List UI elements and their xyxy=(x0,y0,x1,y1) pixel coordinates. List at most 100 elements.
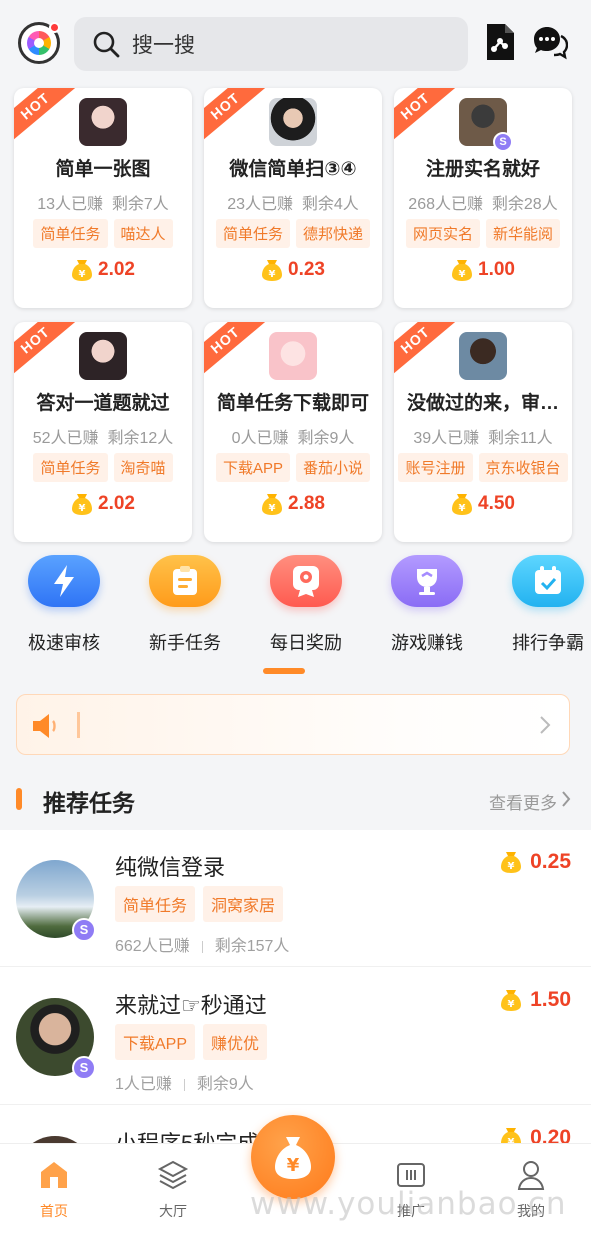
category-label: 新手任务 xyxy=(149,633,221,653)
medal-icon xyxy=(270,555,342,607)
view-more-link[interactable]: 查看更多 xyxy=(489,789,557,814)
remaining-count: 剩余28人 xyxy=(491,196,558,213)
hot-badge: HOT xyxy=(394,88,458,145)
reward-amount: 2.02 xyxy=(98,493,135,514)
remaining-count: 剩余12人 xyxy=(107,430,174,447)
category-label: 排行争霸 xyxy=(512,633,584,653)
clipboard-icon xyxy=(149,555,221,607)
reward-amount: 1.00 xyxy=(478,259,515,280)
task-row[interactable]: S 来就过☞秒通过 下载APP 赚优优 1人已赚 剩余9人 ¥1.50 xyxy=(0,968,591,1105)
svg-text:¥: ¥ xyxy=(269,503,276,514)
category-fast-review[interactable]: 极速审核 xyxy=(9,555,119,655)
coin-icon: ¥ xyxy=(452,494,472,515)
remaining-count: 剩余9人 xyxy=(297,430,355,447)
home-icon xyxy=(41,1162,67,1188)
task-title: 简单任务下载即可 xyxy=(216,393,369,414)
task-tag: 简单任务 xyxy=(215,219,290,248)
task-reward: ¥2.88 xyxy=(204,492,382,516)
task-tag: 番茄小说 xyxy=(296,453,371,482)
task-avatar xyxy=(79,98,127,146)
coin-icon: ¥ xyxy=(262,494,282,515)
category-ranking[interactable]: 排行争霸 xyxy=(493,555,591,655)
section-title: 推荐任务 xyxy=(43,790,135,816)
task-stats: 268人已赚 剩余28人 xyxy=(394,190,572,214)
task-avatar xyxy=(269,332,317,380)
remaining-count: 剩余9人 xyxy=(196,1076,254,1093)
reward-amount: 1.50 xyxy=(530,988,571,1011)
task-tags: 简单任务 洞窝家居 xyxy=(115,886,284,922)
svg-text:¥: ¥ xyxy=(79,503,86,514)
task-tags: 账号注册 京东收银台 xyxy=(394,453,572,482)
app-logo-icon[interactable] xyxy=(18,22,60,64)
trophy-icon xyxy=(391,555,463,607)
task-tag: 喵达人 xyxy=(113,219,173,248)
task-tags: 网页实名 新华能阅 xyxy=(394,219,572,248)
task-reward: ¥1.00 xyxy=(394,258,572,282)
task-tag: 德邦快递 xyxy=(296,219,371,248)
coin-icon: ¥ xyxy=(262,260,282,281)
level-badge-icon: S xyxy=(493,132,513,152)
task-avatar xyxy=(459,332,507,380)
task-tags: 简单任务 喵达人 xyxy=(14,219,192,248)
task-title: 简单一张图 xyxy=(55,159,151,180)
hot-badge: HOT xyxy=(394,322,458,379)
hot-task-card[interactable]: HOT S 注册实名就好 268人已赚 剩余28人 网页实名 新华能阅 ¥1.00 xyxy=(394,88,572,308)
hot-task-card[interactable]: HOT 没做过的来，审… 39人已赚 剩余11人 账号注册 京东收银台 ¥4.50 xyxy=(394,322,572,542)
task-reward: ¥2.02 xyxy=(14,258,192,282)
level-badge-icon: S xyxy=(72,918,96,942)
speaker-icon xyxy=(33,714,56,738)
announcement-bar[interactable] xyxy=(16,694,570,755)
search-bar[interactable]: 搜一搜 xyxy=(74,17,468,71)
task-title: 微信简单扫③④ xyxy=(229,159,357,180)
hot-task-card[interactable]: HOT 简单任务下载即可 0人已赚 剩余9人 下载APP 番茄小说 ¥2.88 xyxy=(204,322,382,542)
svg-text:¥: ¥ xyxy=(459,503,466,514)
hot-task-card[interactable]: HOT 微信简单扫③④ 23人已赚 剩余4人 简单任务 德邦快递 ¥0.23 xyxy=(204,88,382,308)
coin-icon: ¥ xyxy=(501,852,522,873)
category-game-earn[interactable]: 游戏赚钱 xyxy=(372,555,482,655)
task-tag: 洞窝家居 xyxy=(203,886,284,922)
hot-task-card[interactable]: HOT 答对一道题就过 52人已赚 剩余12人 简单任务 淘奇喵 ¥2.02 xyxy=(14,322,192,542)
earned-count: 0人已赚 xyxy=(231,430,289,447)
remaining-count: 剩余4人 xyxy=(301,196,359,213)
document-share-icon[interactable] xyxy=(484,22,516,62)
task-title: 纯微信登录 xyxy=(115,855,226,880)
coin-icon: ¥ xyxy=(72,494,92,515)
category-page-indicator xyxy=(263,668,305,674)
category-label: 游戏赚钱 xyxy=(391,633,463,653)
top-bar: 搜一搜 xyxy=(0,0,591,82)
category-daily-reward[interactable]: 每日奖励 xyxy=(251,555,361,655)
task-stats: 52人已赚 剩余12人 xyxy=(14,424,192,448)
layers-icon xyxy=(157,1160,189,1190)
task-reward: ¥0.23 xyxy=(204,258,382,282)
hot-task-card[interactable]: HOT 简单一张图 13人已赚 剩余7人 简单任务 喵达人 ¥2.02 xyxy=(14,88,192,308)
task-tag: 账号注册 xyxy=(398,453,473,482)
task-tags: 简单任务 德邦快递 xyxy=(204,219,382,248)
reward-amount: 2.02 xyxy=(98,259,135,280)
search-placeholder: 搜一搜 xyxy=(132,34,195,57)
coin-icon: ¥ xyxy=(501,990,522,1011)
app-screen: { "header": {"search_placeholder": "搜一搜"… xyxy=(0,0,591,1235)
task-stats: 0人已赚 剩余9人 xyxy=(204,424,382,448)
earned-count: 23人已赚 xyxy=(227,196,293,213)
task-tag: 简单任务 xyxy=(115,886,196,922)
task-tag: 网页实名 xyxy=(405,219,480,248)
task-row[interactable]: S 纯微信登录 简单任务 洞窝家居 662人已赚 剩余157人 ¥0.25 xyxy=(0,830,591,967)
task-avatar xyxy=(269,98,317,146)
tab-home[interactable]: 首页 xyxy=(14,1158,94,1221)
category-newbie-tasks[interactable]: 新手任务 xyxy=(130,555,240,655)
lightning-icon xyxy=(28,555,100,607)
svg-text:¥: ¥ xyxy=(508,861,515,872)
task-stats: 23人已赚 剩余4人 xyxy=(204,190,382,214)
earned-count: 662人已赚 xyxy=(115,938,190,955)
chevron-right-icon[interactable] xyxy=(561,790,571,808)
svg-text:¥: ¥ xyxy=(459,269,466,280)
reward-amount: 2.88 xyxy=(288,493,325,514)
chat-icon[interactable] xyxy=(530,24,568,60)
reward-amount: 0.25 xyxy=(530,850,571,873)
earned-count: 268人已赚 xyxy=(408,196,483,213)
earned-count: 1人已赚 xyxy=(115,1076,172,1093)
task-tag: 下载APP xyxy=(115,1024,196,1060)
task-tag: 简单任务 xyxy=(33,453,108,482)
hot-badge: HOT xyxy=(14,88,78,145)
tab-hall[interactable]: 大厅 xyxy=(133,1158,213,1221)
